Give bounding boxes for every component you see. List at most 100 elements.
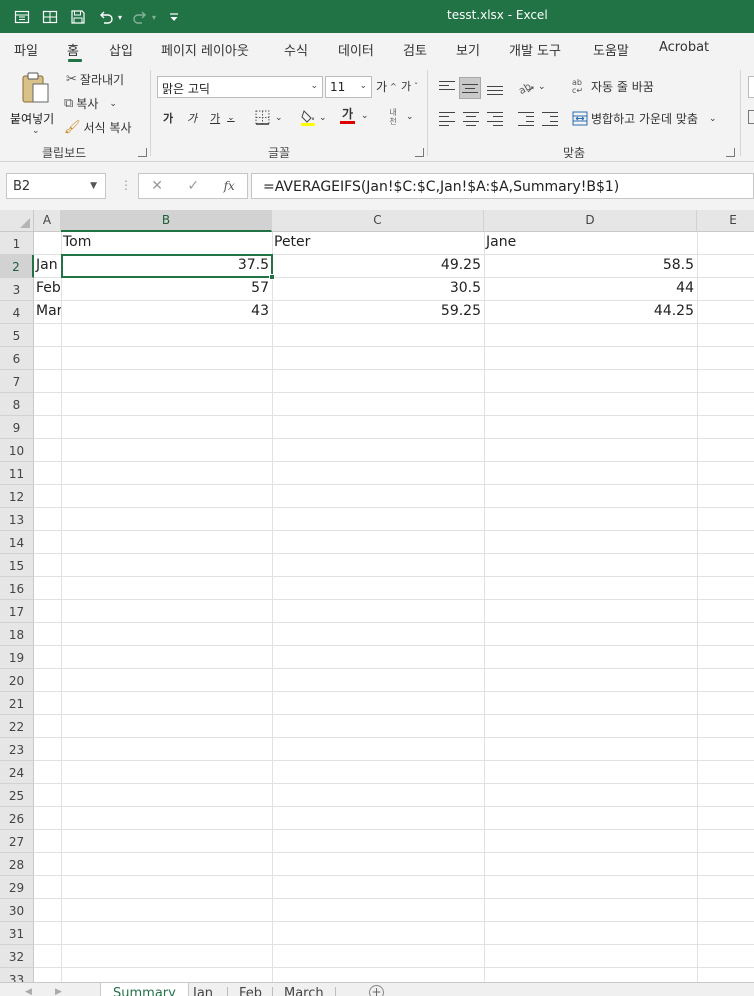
- tab-formulas[interactable]: 수식: [284, 40, 308, 59]
- column-header-b[interactable]: B: [61, 210, 272, 232]
- borders-button[interactable]: ⌄: [255, 110, 283, 125]
- row-header-10[interactable]: 10: [0, 439, 34, 462]
- sheet-tab-summary[interactable]: Summary: [100, 983, 189, 996]
- prev-sheet-icon[interactable]: ◀: [25, 987, 32, 996]
- autosave-icon[interactable]: [12, 7, 32, 27]
- phonetic-guide-button[interactable]: 내천 ⌄: [386, 108, 414, 126]
- row-header-27[interactable]: 27: [0, 830, 34, 853]
- row-header-8[interactable]: 8: [0, 393, 34, 416]
- chevron-down-icon[interactable]: ⌄: [319, 113, 327, 123]
- column-header-a[interactable]: A: [34, 210, 61, 232]
- chevron-down-icon[interactable]: ⌄: [538, 82, 546, 92]
- cell-b1[interactable]: Tom: [61, 232, 272, 254]
- increase-indent-icon[interactable]: [542, 112, 558, 126]
- row-header-13[interactable]: 13: [0, 508, 34, 531]
- row-header-4[interactable]: 4: [0, 301, 34, 324]
- number-format-box[interactable]: [748, 76, 754, 98]
- row-header-19[interactable]: 19: [0, 646, 34, 669]
- row-header-29[interactable]: 29: [0, 876, 34, 899]
- cancel-icon[interactable]: ✕: [151, 178, 163, 194]
- cell-d3[interactable]: 44: [484, 278, 697, 300]
- row-header-33[interactable]: 33: [0, 968, 34, 982]
- row-header-20[interactable]: 20: [0, 669, 34, 692]
- row-header-21[interactable]: 21: [0, 692, 34, 715]
- clipboard-launcher-icon[interactable]: [138, 148, 147, 157]
- row-header-11[interactable]: 11: [0, 462, 34, 485]
- form-icon[interactable]: [40, 7, 60, 27]
- row-header-2[interactable]: 2: [0, 255, 34, 278]
- undo-icon[interactable]: [96, 7, 116, 27]
- cell-c2[interactable]: 49.25: [272, 255, 484, 277]
- grow-font-button[interactable]: 가 ^: [376, 78, 397, 95]
- row-header-6[interactable]: 6: [0, 347, 34, 370]
- cell-a3[interactable]: Feb: [34, 278, 61, 300]
- chevron-down-icon[interactable]: ⌄: [406, 112, 414, 122]
- row-header-12[interactable]: 12: [0, 485, 34, 508]
- redo-icon[interactable]: [130, 7, 150, 27]
- cell-d4[interactable]: 44.25: [484, 301, 697, 323]
- fill-handle[interactable]: [269, 274, 275, 280]
- column-header-e[interactable]: E: [697, 210, 754, 232]
- align-left-icon[interactable]: [439, 112, 455, 126]
- alignment-launcher-icon[interactable]: [726, 148, 735, 157]
- chevron-down-icon[interactable]: ⌄: [275, 113, 283, 123]
- align-right-icon[interactable]: [487, 112, 503, 126]
- paste-dropdown-icon[interactable]: ⌄: [32, 126, 40, 136]
- formula-input[interactable]: =AVERAGEIFS(Jan!$C:$C,Jan!$A:$A,Summary!…: [251, 173, 754, 199]
- tab-page-layout[interactable]: 페이지 레이아웃: [161, 40, 249, 59]
- tab-help[interactable]: 도움말: [593, 40, 629, 59]
- row-header-31[interactable]: 31: [0, 922, 34, 945]
- underline-button[interactable]: 가 ⌄: [210, 110, 235, 126]
- row-header-9[interactable]: 9: [0, 416, 34, 439]
- cell-c4[interactable]: 59.25: [272, 301, 484, 323]
- row-header-14[interactable]: 14: [0, 531, 34, 554]
- row-header-7[interactable]: 7: [0, 370, 34, 393]
- next-sheet-icon[interactable]: ▶: [55, 987, 62, 996]
- row-header-32[interactable]: 32: [0, 945, 34, 968]
- sheet-tab-feb[interactable]: Feb: [227, 983, 274, 996]
- sheet-tab-march[interactable]: March: [272, 983, 336, 996]
- cell-c3[interactable]: 30.5: [272, 278, 484, 300]
- number-format-icon[interactable]: [748, 110, 754, 124]
- align-center-icon[interactable]: [463, 112, 479, 126]
- cell-b4[interactable]: 43: [61, 301, 272, 323]
- cell-c1[interactable]: Peter: [272, 232, 484, 254]
- tab-developer[interactable]: 개발 도구: [509, 40, 561, 59]
- tab-data[interactable]: 데이터: [338, 40, 374, 59]
- row-header-18[interactable]: 18: [0, 623, 34, 646]
- align-top-icon[interactable]: [439, 81, 455, 90]
- shrink-font-button[interactable]: 가ˇ: [401, 78, 418, 94]
- merge-center-button[interactable]: 병합하고 가운데 맞춤 ⌄: [572, 110, 717, 127]
- chevron-down-icon[interactable]: ▼: [90, 181, 97, 191]
- font-name-select[interactable]: 맑은 고딕 ⌄: [157, 76, 323, 98]
- insert-function-icon[interactable]: fx: [224, 179, 235, 193]
- orientation-button[interactable]: ab ⌄: [518, 79, 546, 94]
- row-header-1[interactable]: 1: [0, 232, 34, 255]
- save-icon[interactable]: [68, 7, 88, 27]
- add-sheet-icon[interactable]: +: [369, 985, 384, 996]
- chevron-down-icon[interactable]: ⌄: [227, 113, 235, 123]
- row-header-16[interactable]: 16: [0, 577, 34, 600]
- tab-insert[interactable]: 삽입: [109, 40, 133, 59]
- name-box[interactable]: B2 ▼: [6, 173, 106, 199]
- row-header-28[interactable]: 28: [0, 853, 34, 876]
- row-header-5[interactable]: 5: [0, 324, 34, 347]
- wrap-text-button[interactable]: ab c↵ 자동 줄 바꿈: [572, 78, 654, 95]
- align-bottom-icon[interactable]: [487, 86, 503, 95]
- chevron-down-icon[interactable]: ⌄: [361, 111, 369, 121]
- sheet-tab-jan[interactable]: Jan: [181, 983, 225, 996]
- column-header-d[interactable]: D: [484, 210, 697, 232]
- row-header-24[interactable]: 24: [0, 761, 34, 784]
- decrease-indent-icon[interactable]: [518, 112, 534, 126]
- row-header-22[interactable]: 22: [0, 715, 34, 738]
- cell-d1[interactable]: Jane: [484, 232, 697, 254]
- cell-b3[interactable]: 57: [61, 278, 272, 300]
- column-header-c[interactable]: C: [272, 210, 484, 232]
- font-launcher-icon[interactable]: [415, 148, 424, 157]
- copy-button[interactable]: ⧉ 복사 ⌄: [64, 95, 117, 112]
- redo-dropdown-icon[interactable]: ▾: [152, 13, 156, 22]
- worksheet-grid[interactable]: A B C D E 1 2 3 4 5 6 7 8 9 10 11 12 13 14 15 16 17 18 19 20 21 22…: [0, 210, 754, 982]
- font-size-select[interactable]: 11 ⌄: [325, 76, 372, 98]
- row-header-3[interactable]: 3: [0, 278, 34, 301]
- tab-acrobat[interactable]: Acrobat: [659, 40, 709, 55]
